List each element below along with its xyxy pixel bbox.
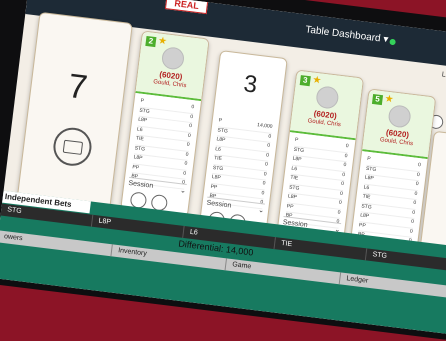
seat-card-2[interactable]: 2 ★ (6020) Gould, Chris P 0 STG 0 L8P 0 L6 0 TIE… bbox=[120, 30, 210, 218]
bet-value: 0 bbox=[416, 171, 421, 178]
bet-label: PP bbox=[286, 202, 294, 210]
bet-value: 0 bbox=[417, 162, 422, 169]
bet-label: STG bbox=[134, 144, 146, 153]
bet-value: 0 bbox=[344, 152, 348, 159]
bet-label: PP bbox=[358, 221, 367, 229]
bet-label: STG bbox=[365, 165, 377, 173]
bet-label: STG bbox=[361, 202, 372, 211]
bet-value: 0 bbox=[337, 209, 341, 216]
status-indicator bbox=[389, 38, 396, 46]
star-icon: ★ bbox=[311, 74, 322, 87]
bet-rows: P0STG0L8P0L60TIE0STG0L8P0PP0BP0 bbox=[284, 136, 349, 229]
bet-label: TIE bbox=[289, 174, 299, 182]
bet-label: STG bbox=[293, 146, 305, 154]
right-shoe-number: 7 bbox=[425, 172, 446, 218]
bet-label: L6 bbox=[214, 145, 222, 153]
seat-header: 3 ★ (6020) Gould, Chris bbox=[289, 70, 363, 141]
bet-value: 0 bbox=[411, 209, 416, 216]
bet-value: 0 bbox=[343, 161, 347, 169]
bet-label: TIE bbox=[362, 193, 371, 201]
bet-value: 0 bbox=[268, 133, 272, 140]
bet-rows: P0STG0L8P0L60TIE0STG0L8P0PP0BP0 bbox=[130, 97, 195, 190]
seat-header: 5 ★ (6020) Gould, Chris bbox=[362, 89, 436, 160]
bet-value: 0 bbox=[184, 160, 188, 167]
bet-value: 0 bbox=[338, 199, 342, 206]
bet-rows: P 14,000 STG 0 L8P 0 L6 0 TIE 0 STG 0 L8P 0 PP 0 BP 0 bbox=[208, 117, 273, 209]
session-label: Session bbox=[206, 199, 232, 210]
bet-value: 0 bbox=[188, 122, 193, 130]
bet-value: 0 bbox=[414, 190, 418, 197]
bet-value: 0 bbox=[263, 170, 267, 178]
star-icon: ★ bbox=[157, 35, 168, 48]
bet-value: 0 bbox=[410, 218, 415, 225]
bet-label: L6 bbox=[363, 184, 370, 191]
bet-label: TIE bbox=[135, 135, 145, 143]
bet-label: L8P bbox=[133, 154, 143, 162]
bet-label: STG bbox=[212, 164, 224, 172]
bet-value: 0 bbox=[262, 180, 266, 187]
bet-label: L8P bbox=[287, 193, 298, 201]
bet-label: L6 bbox=[291, 165, 298, 172]
bet-value: 0 bbox=[261, 189, 265, 196]
avatar bbox=[387, 104, 412, 129]
bet-label: L6 bbox=[136, 126, 143, 133]
bet-value: 0 bbox=[186, 141, 190, 148]
bet-label: L8P bbox=[216, 136, 226, 144]
bet-label: P bbox=[366, 155, 371, 163]
bet-value: 0 bbox=[340, 180, 345, 188]
bet-value: 14,000 bbox=[256, 122, 273, 130]
bet-label: PP bbox=[132, 163, 140, 171]
bet-value: 0 bbox=[264, 161, 269, 168]
card-reader-icon[interactable] bbox=[51, 125, 94, 168]
bet-value: 0 bbox=[413, 199, 417, 207]
bet-value: 0 bbox=[409, 228, 414, 235]
session-label: Session bbox=[127, 179, 154, 190]
seat-number-badge: 3 bbox=[299, 75, 311, 87]
bet-label: P bbox=[140, 97, 145, 105]
bet-label: L8P bbox=[359, 212, 370, 220]
bet-value: 0 bbox=[266, 142, 271, 149]
bet-value: 0 bbox=[191, 103, 195, 111]
bet-label: P bbox=[218, 117, 223, 124]
bet-value: 0 bbox=[345, 143, 349, 150]
chevron-down-icon[interactable]: ⌄ bbox=[180, 186, 187, 195]
star-icon: ★ bbox=[383, 93, 395, 106]
limits-label[interactable]: Limits bbox=[429, 70, 446, 82]
app-screen: Table Dashboard ▾ REAL Limits 7 2 ★ (602… bbox=[0, 0, 446, 335]
bet-rows: P0STG0L8P0L60TIE0STG0L8P0PP0BP0 bbox=[357, 155, 422, 248]
chevron-down-icon[interactable]: ⌄ bbox=[258, 206, 265, 215]
bet-label: STG bbox=[288, 183, 300, 192]
bet-label: L8P bbox=[137, 116, 148, 124]
bet-value: 0 bbox=[265, 151, 270, 159]
bet-value: 0 bbox=[339, 190, 344, 197]
avatar bbox=[160, 46, 186, 71]
table-dashboard-menu[interactable]: Table Dashboard ▾ bbox=[305, 24, 389, 45]
bet-label: TIE bbox=[213, 155, 223, 163]
bet-label: P bbox=[294, 136, 299, 144]
bet-label: STG bbox=[139, 107, 150, 115]
bet-value: 0 bbox=[182, 169, 187, 177]
bet-value: 0 bbox=[415, 180, 419, 188]
bet-value: 0 bbox=[341, 171, 346, 178]
shoe-number: 7 bbox=[66, 66, 90, 107]
bet-value: 0 bbox=[189, 113, 194, 120]
bet-label: PP bbox=[210, 183, 218, 191]
seat-header: 2 ★ (6020) Gould, Chris bbox=[135, 31, 209, 102]
avatar bbox=[315, 85, 340, 110]
seat-card-3[interactable]: 3 P 14,000 STG 0 L8P 0 L6 0 TIE 0 STG 0 L8P 0 PP 0 BP 0 S… bbox=[198, 50, 288, 238]
bet-label: L8P bbox=[364, 174, 375, 182]
seat-number-badge: 5 bbox=[371, 94, 384, 106]
bet-value: 0 bbox=[187, 132, 192, 139]
bet-label: STG bbox=[217, 126, 229, 135]
seat-number-badge: 2 bbox=[145, 35, 157, 48]
seat-number: 3 bbox=[242, 70, 259, 99]
bet-label: L8P bbox=[211, 173, 222, 182]
bet-value: 0 bbox=[185, 151, 189, 158]
bet-label: L8P bbox=[292, 155, 302, 163]
